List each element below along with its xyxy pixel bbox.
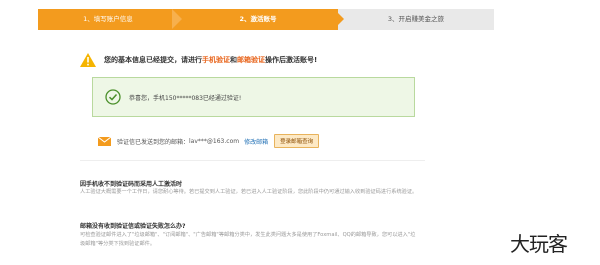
faq-answer: 人工验证大概需要一个工作日，请您耐心等待。若已提交到人工验证，若已进入人工验证阶…	[80, 189, 418, 195]
modify-email-link[interactable]: 修改邮箱	[244, 137, 268, 146]
notice-and: 和	[230, 56, 237, 64]
divider	[80, 160, 425, 161]
faq-question: 因手机收不到验证码而采用人工激活时	[80, 181, 183, 188]
email-sent-text: 验证信已发送到您的邮箱：	[117, 138, 190, 146]
phone-verified-text: 恭喜您，手机150*****083已经通过验证!	[129, 94, 242, 102]
faq-answer: 可检查验证邮件进入了"垃圾邮箱"、"订阅邮箱"、"广告邮箱"等邮箱分类中，发生此…	[80, 232, 416, 247]
phone-verified-box: 恭喜您，手机150*****083已经通过验证!	[92, 77, 415, 117]
step-arrow-icon	[172, 9, 182, 29]
step-start-earning: 3、开启赚美金之旅	[338, 9, 494, 30]
step-activate-account: 2、激活账号	[178, 9, 338, 30]
step-arrow-icon	[334, 9, 344, 29]
login-email-button[interactable]: 登录邮箱查询	[274, 134, 320, 148]
email-verify-text: 邮箱验证	[237, 56, 265, 64]
watermark-logo: 大玩客	[510, 232, 568, 256]
step-label: 1、填写账户信息	[83, 15, 133, 23]
email-sent-line: 验证信已发送到您的邮箱： lav***@163.com 修改邮箱 登录邮箱查询	[98, 134, 320, 148]
envelope-icon	[98, 136, 111, 146]
notice-suffix: 操作后激活账号!	[265, 56, 318, 64]
step-label: 2、激活账号	[239, 15, 277, 23]
notice-prefix: 您的基本信息已经提交，请进行	[104, 56, 202, 64]
activation-notice: 您的基本信息已经提交，请进行 手机验证 和 邮箱验证 操作后激活账号!	[80, 52, 317, 68]
step-fill-info: 1、填写账户信息	[38, 9, 178, 30]
faq-question: 邮箱没有收到验证信或验证失败怎么办?	[80, 223, 186, 230]
warning-icon	[80, 53, 96, 67]
step-progress-bar: 1、填写账户信息 2、激活账号 3、开启赚美金之旅	[38, 9, 494, 30]
step-label: 3、开启赚美金之旅	[387, 15, 445, 23]
check-circle-icon	[105, 89, 121, 105]
phone-verify-text: 手机验证	[202, 56, 230, 64]
email-address: lav***@163.com	[189, 137, 240, 145]
